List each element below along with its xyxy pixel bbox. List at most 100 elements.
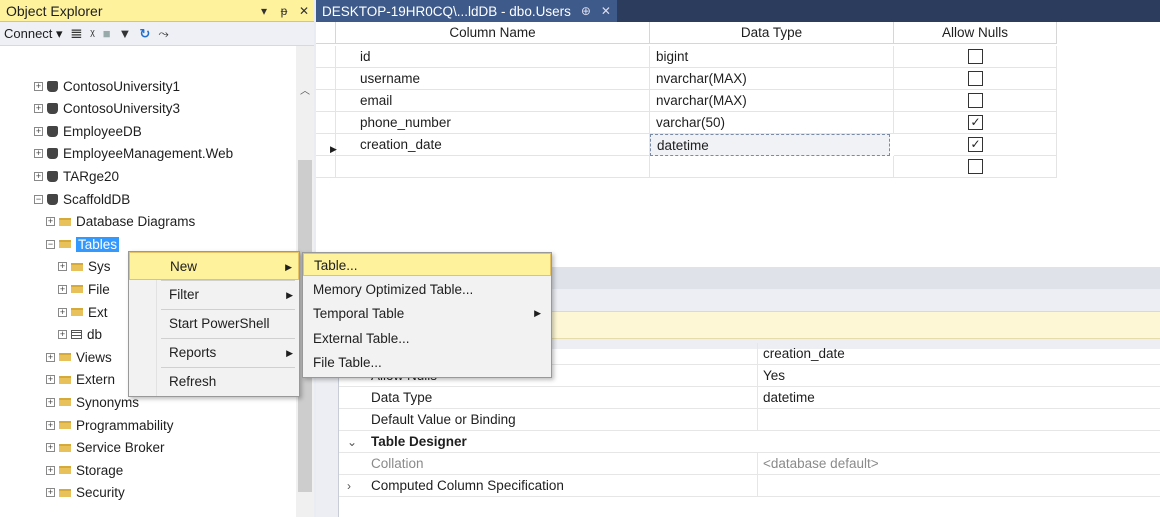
tree-node[interactable]: + TARge20	[34, 165, 119, 187]
tree-node[interactable]: + Sys	[58, 256, 111, 278]
row-selector[interactable]	[316, 68, 336, 90]
allow-nulls-checkbox[interactable]	[968, 71, 983, 86]
tree-node[interactable]: + Storage	[46, 459, 123, 481]
expand-node-icon[interactable]: +	[46, 217, 55, 227]
stop-icon[interactable]: ■	[103, 26, 111, 41]
data-type-cell[interactable]: varchar(50)	[650, 112, 894, 134]
tree-node[interactable]: − ScaffoldDB	[34, 188, 130, 210]
data-type-cell[interactable]: bigint	[650, 46, 894, 68]
column-name-cell[interactable]: username	[336, 68, 650, 90]
data-type-cell[interactable]: nvarchar(MAX)	[650, 68, 894, 90]
expand-node-icon[interactable]: +	[46, 465, 55, 475]
expand-node-icon[interactable]: +	[46, 420, 55, 430]
allow-nulls-checkbox[interactable]: ✓	[968, 137, 983, 152]
submenu-item-file-table[interactable]: File Table...	[303, 351, 551, 374]
tree-node[interactable]: + Database Diagrams	[46, 211, 195, 233]
tree-node[interactable]: + File	[58, 278, 110, 300]
submenu-item-table[interactable]: Table...	[303, 253, 551, 276]
filter-icon[interactable]: ▼	[119, 26, 132, 41]
expand-node-icon[interactable]: +	[34, 104, 43, 114]
allow-nulls-checkbox[interactable]: ✓	[968, 115, 983, 130]
data-type-cell[interactable]: datetime	[650, 134, 890, 156]
expand-node-icon[interactable]: +	[46, 488, 55, 498]
tree-node[interactable]: + Synonyms	[46, 391, 139, 413]
row-selector[interactable]: ▶	[316, 134, 337, 156]
expand-node-icon[interactable]: +	[46, 375, 55, 385]
submenu-item-memory-optimized-table[interactable]: Memory Optimized Table...	[303, 278, 551, 301]
collapse-category-icon[interactable]: ⌄	[347, 431, 357, 453]
property-row[interactable]: › Computed Column Specification	[339, 475, 1160, 497]
row-selector[interactable]	[316, 46, 336, 68]
property-row[interactable]: Default Value or Binding	[339, 409, 1160, 431]
expand-node-icon[interactable]: +	[46, 397, 55, 407]
tree-node[interactable]: + Ext	[58, 301, 108, 323]
close-panel-icon[interactable]: ✕	[294, 4, 314, 18]
close-tab-icon[interactable]: ✕	[601, 4, 611, 18]
collapse-node-icon[interactable]: −	[34, 194, 43, 204]
expand-node-icon[interactable]: +	[34, 149, 43, 159]
tree-node[interactable]: + Extern	[46, 369, 115, 391]
table-row[interactable]: id bigint	[316, 46, 1057, 68]
tree-node[interactable]: + EmployeeManagement.Web	[34, 143, 233, 165]
data-type-cell[interactable]	[650, 156, 894, 178]
connect-button[interactable]: Connect ▾	[4, 26, 63, 42]
expand-node-icon[interactable]: +	[58, 262, 67, 272]
tree-node[interactable]: + db	[58, 324, 102, 346]
menu-item-filter[interactable]: Filter ▶	[129, 281, 299, 309]
tree-node[interactable]: + ContosoUniversity1	[34, 75, 180, 97]
tree-node[interactable]: + ContosoUniversity3	[34, 98, 180, 120]
menu-item-refresh[interactable]: Refresh	[129, 368, 299, 396]
disconnect-plug-icon[interactable]: ᵡ	[90, 26, 94, 41]
expand-node-icon[interactable]: +	[34, 171, 43, 181]
expand-node-icon[interactable]: +	[46, 443, 55, 453]
table-row[interactable]	[316, 156, 1057, 178]
refresh-icon[interactable]: ↻	[139, 26, 150, 42]
tree-node[interactable]: + Programmability	[46, 414, 174, 436]
tree-node[interactable]: − Tables	[46, 233, 120, 255]
column-name-cell[interactable]: email	[336, 90, 650, 112]
allow-nulls-checkbox[interactable]	[968, 49, 983, 64]
table-row[interactable]: email nvarchar(MAX)	[316, 90, 1057, 112]
expand-node-icon[interactable]: +	[34, 81, 43, 91]
property-value[interactable]: creation_date	[763, 343, 845, 365]
menu-item-start-powershell[interactable]: Start PowerShell	[129, 310, 299, 338]
menu-item-new[interactable]: New ▶	[129, 252, 299, 280]
column-name-cell[interactable]: phone_number	[336, 112, 650, 134]
row-selector[interactable]	[316, 90, 336, 112]
allow-nulls-checkbox[interactable]	[968, 159, 983, 174]
scroll-up-icon[interactable]: ︿	[300, 82, 310, 97]
submenu-item-temporal-table[interactable]: Temporal Table ▶	[303, 302, 551, 325]
menu-item-reports[interactable]: Reports ▶	[129, 339, 299, 367]
column-name-cell[interactable]: id	[336, 46, 650, 68]
property-row[interactable]: ⌄ Table Designer	[339, 431, 1160, 453]
column-name-cell[interactable]	[336, 156, 650, 178]
window-position-dropdown-icon[interactable]: ▾	[254, 4, 274, 18]
tree-node[interactable]: + EmployeeDB	[34, 120, 142, 142]
activity-monitor-icon[interactable]: ⤳	[158, 26, 168, 42]
property-value[interactable]: Yes	[763, 365, 785, 387]
pin-tab-icon[interactable]: ⊕	[581, 4, 591, 18]
row-selector[interactable]	[316, 112, 336, 134]
row-selector[interactable]	[316, 156, 336, 178]
tab-dbo-users[interactable]: DESKTOP-19HR0CQ\...ldDB - dbo.Users ⊕ ✕	[316, 0, 617, 22]
tree-node[interactable]: + Service Broker	[46, 437, 165, 459]
table-row[interactable]: ▶ creation_date datetime ✓	[316, 134, 1057, 156]
tree-node[interactable]: + Security	[46, 482, 125, 504]
property-value[interactable]: <database default>	[763, 453, 879, 475]
allow-nulls-checkbox[interactable]	[968, 93, 983, 108]
tree-node[interactable]: + Views	[46, 346, 112, 368]
data-type-cell[interactable]: nvarchar(MAX)	[650, 90, 894, 112]
property-row[interactable]: Collation <database default>	[339, 453, 1160, 475]
expand-node-icon[interactable]: +	[58, 330, 67, 340]
table-row[interactable]: phone_number varchar(50) ✓	[316, 112, 1057, 134]
expand-property-icon[interactable]: ›	[347, 475, 351, 497]
property-value[interactable]: datetime	[763, 387, 815, 409]
property-row[interactable]: Data Type datetime	[339, 387, 1160, 409]
expand-node-icon[interactable]: +	[34, 126, 43, 136]
submenu-item-external-table[interactable]: External Table...	[303, 327, 551, 350]
expand-node-icon[interactable]: +	[46, 352, 55, 362]
expand-node-icon[interactable]: +	[58, 307, 67, 317]
column-name-cell[interactable]: creation_date	[336, 134, 650, 156]
table-row[interactable]: username nvarchar(MAX)	[316, 68, 1057, 90]
auto-hide-pin-icon[interactable]: ᵽ	[274, 4, 294, 18]
